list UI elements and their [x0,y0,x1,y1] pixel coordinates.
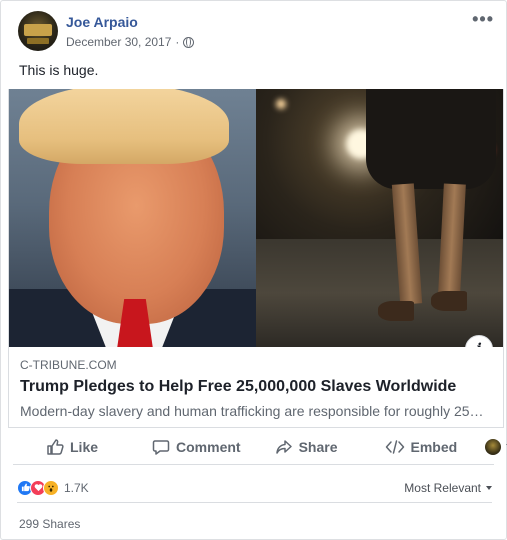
wow-reaction-icon [43,479,59,496]
meta-separator: · [175,35,180,49]
share-label: Share [298,438,338,455]
comment-icon [152,438,170,456]
thumbs-up-icon [46,438,64,456]
share-button[interactable]: Share [275,438,338,456]
portrait-photo [9,89,256,347]
link-preview-body: C-TRIBUNE.COM Trump Pledges to Help Free… [9,347,503,420]
reactions-bar: 1.7K Most Relevant [17,473,492,503]
embed-label: Embed [410,438,458,455]
post-date[interactable]: December 30, 2017 [66,34,171,50]
page-avatar [485,438,502,455]
globe-icon[interactable] [183,36,195,48]
chevron-down-icon [486,485,492,490]
code-icon [385,439,405,455]
comment-button[interactable]: Comment [152,438,241,456]
share-arrow-icon [275,438,293,456]
reaction-count[interactable]: 1.7K [64,481,89,495]
more-options-icon[interactable]: ••• [472,9,494,30]
share-count[interactable]: 299 Shares [19,517,80,531]
post-header: Joe Arpaio December 30, 2017 · ••• [18,9,494,51]
avatar-badge-shape [24,24,52,36]
comment-sort-dropdown[interactable]: Most Relevant [404,481,492,495]
avatar-badge-shape [27,38,49,44]
post-as-selector[interactable] [485,438,507,455]
street-photo [256,89,503,347]
link-title[interactable]: Trump Pledges to Help Free 25,000,000 Sl… [20,377,492,397]
link-preview-image[interactable]: i [9,89,503,347]
post-action-bar: Like Comment Share Embed [13,429,507,465]
like-button[interactable]: Like [46,438,98,456]
sort-label: Most Relevant [404,480,481,495]
post-meta: December 30, 2017 · [66,34,195,50]
author-avatar[interactable] [18,11,58,51]
reaction-icons[interactable] [17,479,59,496]
link-description: Modern-day slavery and human trafficking… [20,403,484,419]
like-label: Like [70,438,99,455]
embed-button[interactable]: Embed [385,438,458,455]
author-name[interactable]: Joe Arpaio [66,13,194,31]
post-header-text: Joe Arpaio December 30, 2017 · [66,11,195,51]
comment-label: Comment [176,438,241,455]
post-message: This is huge. [19,62,99,78]
facebook-post-card: Joe Arpaio December 30, 2017 · ••• This … [0,0,507,540]
link-domain: C-TRIBUNE.COM [20,358,117,372]
link-preview[interactable]: i C-TRIBUNE.COM Trump Pledges to Help Fr… [8,89,504,428]
